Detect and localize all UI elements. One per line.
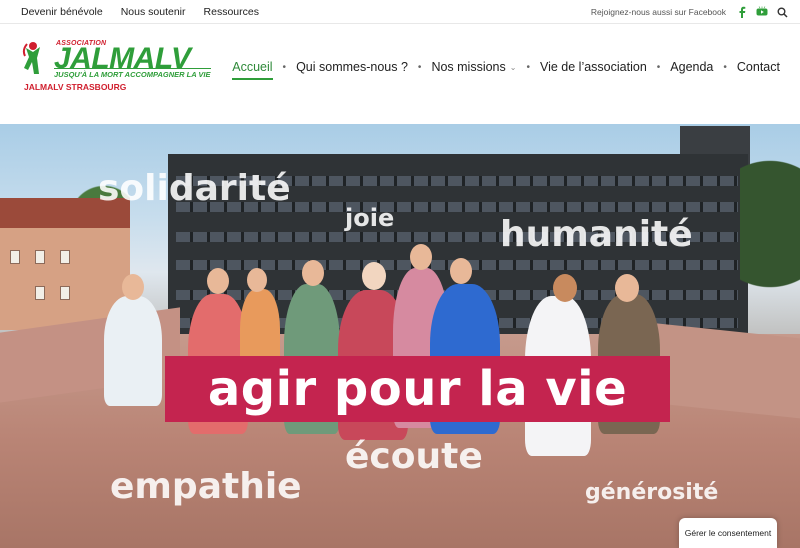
nav-label: Nos missions (431, 60, 506, 74)
house-window (35, 286, 45, 300)
nav-separator: • (282, 61, 287, 73)
house-window (35, 250, 45, 264)
house-window (60, 250, 70, 264)
nav-item-agenda[interactable]: Agenda (670, 58, 713, 80)
nav-separator: • (417, 61, 422, 73)
nav-separator: • (526, 61, 530, 73)
house-window (10, 250, 20, 264)
nav-separator: • (723, 61, 727, 73)
search-icon[interactable] (776, 6, 788, 18)
chevron-down-icon: ⌄ (509, 62, 517, 72)
nav-item-qui-sommes-nous[interactable]: Qui sommes-nous ? (296, 58, 408, 80)
nav-label: Agenda (670, 60, 714, 74)
hero-word-solidarite: solidarité (98, 168, 291, 209)
hero-person-head (207, 268, 229, 294)
consent-label: Gérer le consentement (684, 528, 772, 538)
hero-person (104, 296, 162, 406)
main-nav: Accueil • Qui sommes-nous ? • Nos missio… (232, 58, 780, 80)
house-window (60, 286, 70, 300)
site-header: ASSOCIATION JALMALV JUSQU'À LA MORT ACCO… (0, 24, 800, 124)
hero-person-head (553, 274, 577, 302)
logo-figure-icon (22, 42, 40, 74)
hero-person-head (302, 260, 324, 286)
hero-person-head (247, 268, 267, 292)
hero-person-head (362, 262, 386, 290)
top-utility-bar: Devenir bénévole Nous soutenir Ressource… (0, 0, 800, 24)
hero-word-empathie: empathie (110, 466, 302, 507)
site-logo[interactable]: ASSOCIATION JALMALV JUSQU'À LA MORT ACCO… (22, 38, 222, 98)
facebook-icon[interactable] (736, 6, 748, 18)
nav-item-accueil[interactable]: Accueil (232, 58, 273, 80)
logo-tagline: JUSQU'À LA MORT ACCOMPAGNER LA VIE (54, 68, 211, 79)
nav-separator: • (656, 61, 661, 73)
nav-label: Contact (736, 60, 780, 74)
hero-slogan-banner: agir pour la vie (165, 356, 670, 422)
hero-trees-right (740, 124, 800, 324)
nav-label: Qui sommes-nous ? (296, 60, 408, 74)
hero-word-ecoute: écoute (345, 436, 483, 477)
hero-banner-image: solidarité joie humanité agir pour la vi… (0, 124, 800, 548)
hero-slogan: agir pour la vie (207, 361, 628, 417)
link-nous-soutenir[interactable]: Nous soutenir (121, 6, 186, 18)
hero-word-humanite: humanité (500, 214, 693, 255)
top-right-tools: Rejoignez-nous aussi sur Facebook (591, 0, 788, 24)
hero-word-joie: joie (345, 204, 395, 232)
logo-city: JALMALV STRASBOURG (24, 82, 127, 92)
hero-word-generosite: générosité (585, 480, 719, 505)
hero-person-head (450, 258, 472, 284)
youtube-icon[interactable] (756, 6, 768, 18)
link-devenir-benevole[interactable]: Devenir bénévole (21, 6, 103, 18)
facebook-text: Rejoignez-nous aussi sur Facebook (590, 7, 726, 17)
hero-person-head (410, 244, 432, 270)
nav-label: Vie de l’association (539, 60, 647, 74)
nav-item-contact[interactable]: Contact (737, 58, 780, 80)
top-links: Devenir bénévole Nous soutenir Ressource… (12, 0, 268, 24)
nav-label: Accueil (232, 60, 273, 74)
hero-person-head (122, 274, 144, 300)
nav-item-nos-missions[interactable]: Nos missions ⌄ (431, 58, 516, 80)
hero-person-head (615, 274, 639, 302)
nav-item-vie-association[interactable]: Vie de l’association (540, 58, 647, 80)
consent-button[interactable]: Gérer le consentement (679, 518, 777, 548)
link-ressources[interactable]: Ressources (204, 6, 259, 18)
